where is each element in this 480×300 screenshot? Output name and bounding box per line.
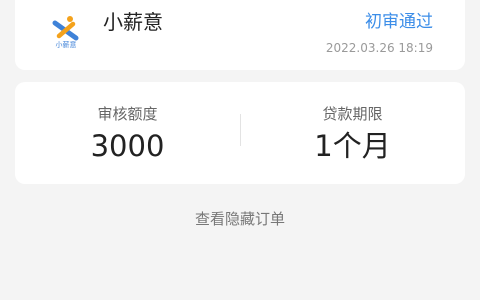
approved-amount-label: 审核额度 [97, 105, 158, 123]
logo-text: 小薪意 [56, 40, 77, 49]
view-hidden-orders-link[interactable]: 查看隐藏订单 [0, 208, 480, 230]
order-time: 2022.03.26 18:19 [325, 41, 433, 55]
order-card-header[interactable]: 小薪意 小薪意 初审通过 2022.03.26 18:19 [15, 0, 465, 70]
app-logo: 小薪意 [45, 12, 87, 54]
app-name: 小薪意 [103, 10, 163, 34]
loan-term: 贷款期限 1个月 [240, 82, 465, 184]
loan-term-value: 1个月 [314, 129, 391, 163]
approved-amount-value: 3000 [90, 129, 165, 163]
order-status: 初审通过 [365, 12, 433, 32]
order-details-card[interactable]: 审核额度 3000 贷款期限 1个月 [15, 82, 465, 184]
runner-logo-icon: 小薪意 [52, 16, 79, 49]
approved-amount: 审核额度 3000 [15, 82, 240, 184]
loan-term-label: 贷款期限 [322, 105, 383, 123]
